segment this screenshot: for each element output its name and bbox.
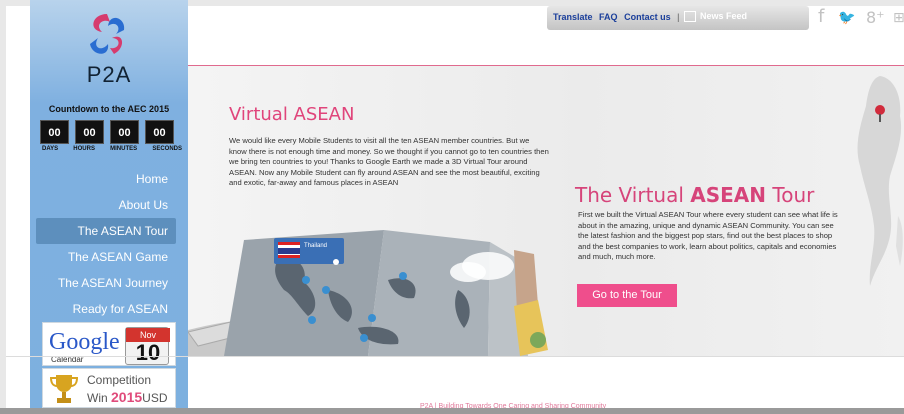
nav-home[interactable]: Home xyxy=(36,166,176,192)
tour-title-part3: Tour xyxy=(772,183,815,207)
map-with-pin-illustration xyxy=(857,76,903,286)
top-utility-bar: Translate FAQ Contact us | News Feed xyxy=(547,6,809,30)
p2a-logo-icon xyxy=(90,14,125,54)
tour-title-part1: The Virtual xyxy=(575,183,684,207)
calendar-icon: Nov 10 xyxy=(125,327,170,365)
trophy-icon xyxy=(49,375,79,403)
countdown-title: Countdown to the AEC 2015 xyxy=(48,104,170,114)
footer-divider xyxy=(6,356,904,357)
go-to-tour-button[interactable]: Go to the Tour xyxy=(577,284,677,307)
brand-name: P2A xyxy=(86,62,132,87)
utility-links: Translate FAQ Contact us | xyxy=(553,12,684,22)
more-icon[interactable]: ⊞ xyxy=(893,10,904,26)
countdown-timer: 00 00 00 00 xyxy=(40,120,180,144)
google-logo: Google xyxy=(49,329,120,355)
competition-prize: Win 2015USD xyxy=(87,389,168,405)
calendar-day: 10 xyxy=(135,340,161,365)
asean-map-illustration: Thailand xyxy=(188,230,548,356)
window-left-border xyxy=(0,0,6,414)
news-feed-icon xyxy=(684,11,696,23)
competition-currency: USD xyxy=(142,391,168,405)
window-bottom-border xyxy=(0,408,904,414)
countdown-label-hours: HOURS xyxy=(73,146,95,152)
nav-the-asean-game[interactable]: The ASEAN Game xyxy=(36,244,176,270)
faq-link[interactable]: FAQ xyxy=(599,12,618,22)
twitter-icon[interactable]: 🐦 xyxy=(838,10,855,26)
tour-title-part2: ASEAN xyxy=(690,183,767,207)
countdown-label-seconds: SECONDS xyxy=(152,146,182,152)
virtual-asean-tour-title: The Virtual ASEAN Tour xyxy=(575,183,814,207)
countdown-hours: 00 xyxy=(75,120,104,144)
competition-label: Competition xyxy=(87,373,152,387)
sidebar: P2A Countdown to the AEC 2015 00 00 00 0… xyxy=(30,0,188,414)
contact-us-link[interactable]: Contact us xyxy=(624,12,671,22)
facebook-icon[interactable]: f xyxy=(818,6,824,27)
countdown-label-days: DAYS xyxy=(42,146,59,152)
competition-amount: 2015 xyxy=(111,389,143,405)
countdown-minutes: 00 xyxy=(110,120,139,144)
google-calendar-banner[interactable]: Google Calendar Nov 10 xyxy=(42,322,176,366)
translate-link[interactable]: Translate xyxy=(553,12,593,22)
competition-banner[interactable]: Competition Win 2015USD xyxy=(42,368,176,408)
countdown-labels: DAYS HOURS MINUTES SECONDS xyxy=(42,146,182,152)
nav-the-asean-tour[interactable]: The ASEAN Tour xyxy=(36,218,176,244)
virtual-asean-tour-description: First we built the Virtual ASEAN Tour wh… xyxy=(578,210,838,261)
sidebar-nav: Home About Us The ASEAN Tour The ASEAN G… xyxy=(36,166,176,322)
nav-ready-for-asean[interactable]: Ready for ASEAN xyxy=(36,296,176,322)
countdown-seconds: 00 xyxy=(145,120,174,144)
virtual-asean-description: We would like every Mobile Students to v… xyxy=(229,136,549,187)
competition-win: Win xyxy=(87,391,108,405)
news-feed-link[interactable]: News Feed xyxy=(684,11,748,23)
google-plus-icon[interactable]: 8⁺ xyxy=(866,8,885,27)
news-feed-label: News Feed xyxy=(700,11,748,21)
utility-separator: | xyxy=(677,12,680,22)
map-tag-label: Thailand xyxy=(304,243,327,249)
nav-about-us[interactable]: About Us xyxy=(36,192,176,218)
countdown-label-minutes: MINUTES xyxy=(110,146,138,152)
virtual-asean-title: Virtual ASEAN xyxy=(229,104,355,125)
countdown-days: 00 xyxy=(40,120,69,144)
nav-the-asean-journey[interactable]: The ASEAN Journey xyxy=(36,270,176,296)
